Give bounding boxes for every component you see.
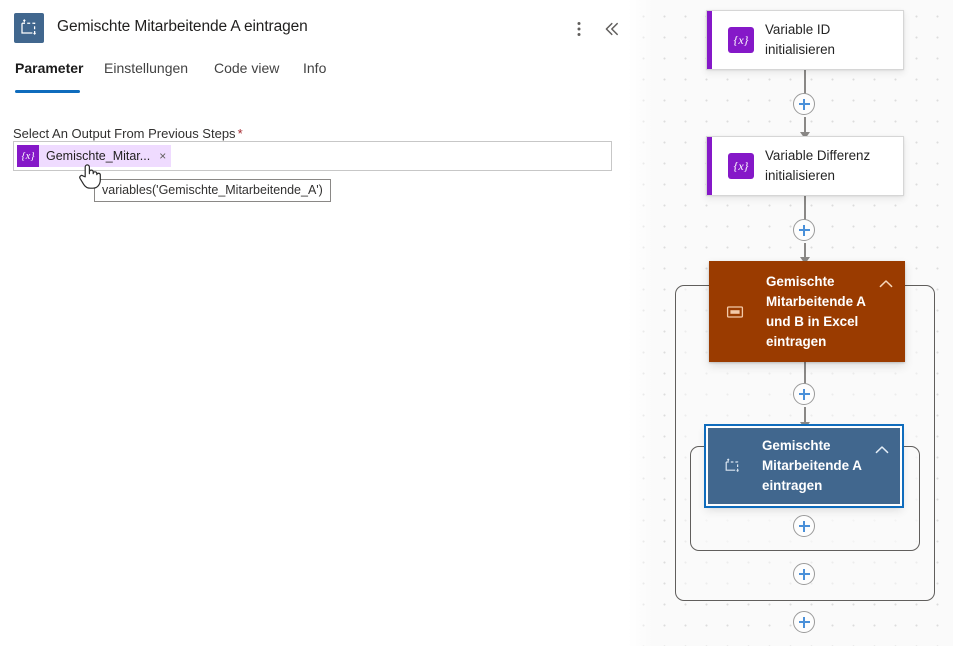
connector-line [804,362,806,384]
flow-node-label: Variable ID initialisieren [765,22,835,57]
field-label-text: Select An Output From Previous Steps [13,126,236,141]
action-card-icon [14,13,44,43]
variable-expression-icon: {x} [17,145,39,167]
connector-line [804,196,806,220]
add-step-button[interactable] [793,515,815,537]
connector-line [804,117,806,133]
action-details-panel: Gemischte Mitarbeitende A eintragen Para… [0,0,628,646]
select-output-input[interactable]: {x} Gemischte_Mitar... × [13,141,612,171]
variable-token-label: Gemischte_Mitar... [46,149,151,163]
variable-token[interactable]: {x} Gemischte_Mitar... × [17,145,172,167]
panel-divider [628,0,629,646]
flow-node-variable-differenz[interactable]: {x} Variable Differenz initialisieren [706,136,904,196]
panel-header: Gemischte Mitarbeitende A eintragen [0,0,628,56]
add-step-button[interactable] [793,383,815,405]
connector-line [804,407,806,423]
chevron-up-icon[interactable] [875,442,889,454]
add-step-button[interactable] [793,563,815,585]
app-root: Gemischte Mitarbeitende A eintragen Para… [0,0,953,646]
connector-line [804,243,806,258]
flow-node-mitarbeitende-a[interactable]: Gemischte Mitarbeitende A eintragen [704,424,904,508]
active-tab-indicator [15,90,80,93]
node-accent-bar [707,11,712,69]
field-label: Select An Output From Previous Steps * [13,126,243,141]
required-marker: * [237,126,243,141]
add-step-button[interactable] [793,219,815,241]
double-chevron-left-icon[interactable] [598,16,624,42]
flow-node-label: Gemischte Mitarbeitende A eintragen [762,438,862,493]
flow-node-label: Gemischte Mitarbeitende A und B in Excel… [766,273,866,349]
tab-bar: Parameter Einstellungen Code view Info [0,60,628,98]
expression-tooltip: variables('Gemischte_Mitarbeitende_A') [94,179,331,202]
canvas-left-shade [628,0,654,646]
node-accent-bar [707,137,712,195]
tab-info[interactable]: Info [303,60,326,88]
close-icon[interactable]: × [159,150,166,162]
flow-node-excel-scope[interactable]: Gemischte Mitarbeitende A und B in Excel… [709,261,905,362]
tab-einstellungen[interactable]: Einstellungen [104,60,188,88]
page-title: Gemischte Mitarbeitende A eintragen [57,18,308,35]
more-vertical-icon[interactable] [566,16,592,42]
flow-node-variable-id[interactable]: {x} Variable ID initialisieren [706,10,904,70]
add-step-button[interactable] [793,611,815,633]
action-card-icon [724,457,742,475]
chevron-up-icon[interactable] [879,276,893,288]
scope-icon [726,303,744,321]
flow-node-label: Variable Differenz initialisieren [765,148,871,183]
tab-code-view[interactable]: Code view [214,60,279,88]
variable-expression-icon: {x} [728,27,754,53]
flow-canvas[interactable]: {x} Variable ID initialisieren {x} Varia… [628,0,953,646]
tab-parameter[interactable]: Parameter [15,60,84,88]
variable-expression-icon: {x} [728,153,754,179]
connector-line [804,70,806,95]
add-step-button[interactable] [793,93,815,115]
